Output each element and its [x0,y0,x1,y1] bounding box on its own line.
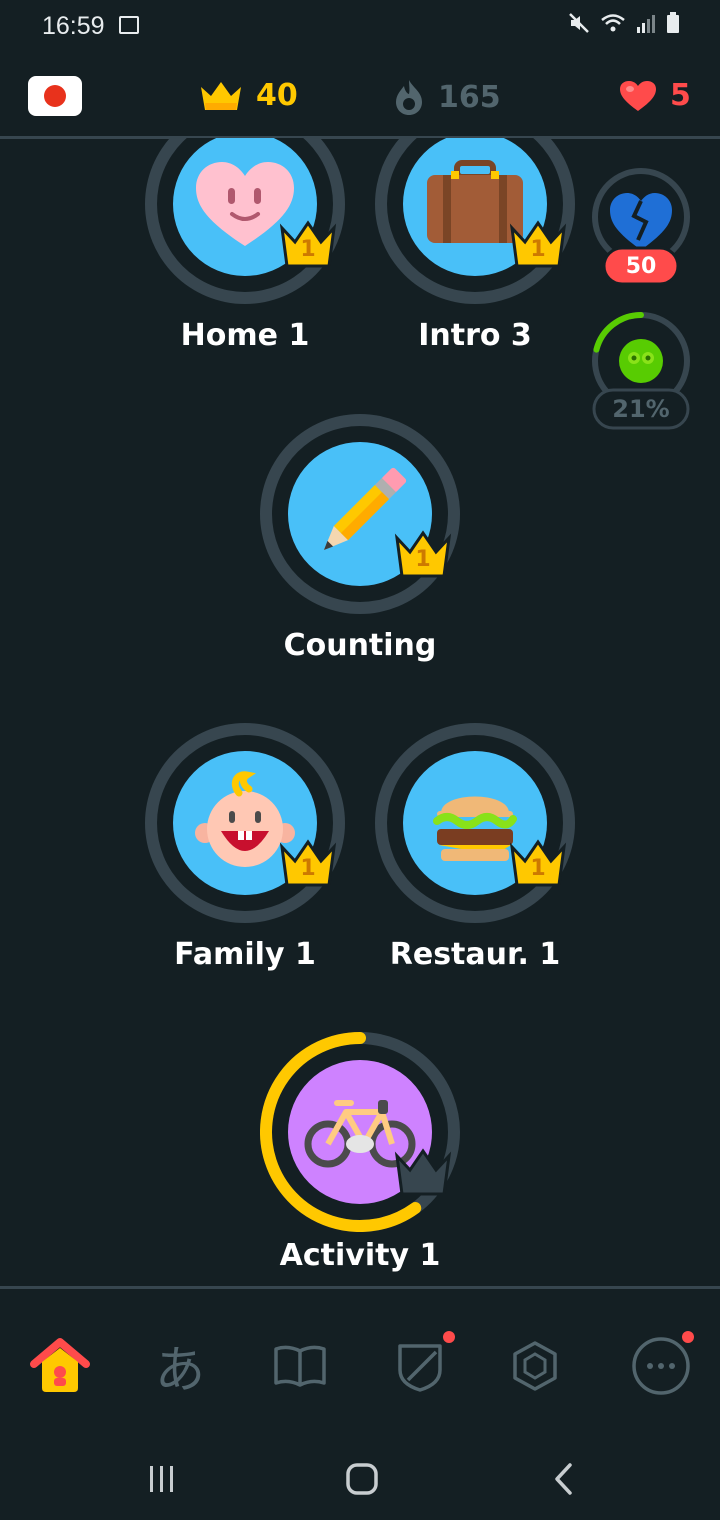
notification-dot [682,1331,694,1343]
skill-label: Restaur. 1 [389,937,561,972]
crown-icon [201,81,241,110]
recent-apps-button[interactable] [132,1454,192,1504]
health-widget[interactable]: 50 [590,166,692,292]
crowns-stat[interactable]: 40 [198,78,298,113]
language-flag-button[interactable] [28,76,82,116]
nav-characters[interactable]: あ [145,1331,215,1401]
heart-icon [620,80,656,111]
skill-label: Counting [283,628,437,663]
streak-count: 165 [438,79,501,115]
shield-icon [398,1344,442,1392]
status-bar: 16:59 [0,0,720,56]
gallery-icon [119,16,139,34]
home-square-icon [346,1463,378,1495]
health-value: 50 [625,254,657,279]
crown-level-badge: 1 [509,220,567,270]
crown-level-badge: 1 [394,530,452,580]
nav-leagues[interactable] [385,1331,455,1401]
mute-icon [569,13,589,33]
crowns-count: 40 [256,78,298,113]
top-stats-bar: 40 165 5 [0,56,720,139]
wifi-icon [601,14,625,32]
skill-home-1[interactable]: 1 Home 1 [145,138,345,353]
status-icons [568,12,680,34]
home-icon [30,1338,90,1392]
notification-dot [443,1331,455,1343]
crown-level-badge: 1 [279,220,337,270]
skill-label: Intro 3 [418,318,532,353]
signal-icon [637,15,655,33]
hearts-count: 5 [670,78,691,113]
skill-label: Family 1 [174,937,316,972]
flame-icon [396,80,422,115]
system-nav-bar [0,1436,720,1520]
xp-percent-label: 21% [612,395,670,423]
skill-activity-1[interactable]: Activity 1 [260,1032,460,1273]
nav-learn[interactable] [25,1331,95,1401]
nav-shop[interactable] [500,1331,570,1401]
crown-level-badge: 1 [509,839,567,889]
crown-level-badge [394,1148,452,1198]
skill-counting[interactable]: 1 Counting [260,414,460,663]
gem-icon [513,1341,557,1391]
skill-tree: 1 Home 1 1 Intro 3 50 21% 1 Counting 1 F… [0,138,720,1284]
skill-restaurant-1[interactable]: 1 Restaur. 1 [375,723,575,972]
skill-intro-3[interactable]: 1 Intro 3 [375,138,575,353]
crown-icon [394,1148,452,1196]
hearts-stat[interactable]: 5 [618,78,691,113]
clock: 16:59 [42,12,105,40]
bottom-nav: あ [0,1286,720,1439]
more-icon [632,1337,690,1395]
owl-face-icon [619,339,663,383]
skill-label: Home 1 [180,318,310,353]
back-button[interactable] [534,1454,594,1504]
home-button[interactable] [332,1454,392,1504]
xp-progress-widget[interactable]: 21% [590,310,692,436]
skill-family-1[interactable]: 1 Family 1 [145,723,345,972]
book-icon [274,1345,326,1387]
recents-icon [150,1466,173,1492]
back-icon [555,1463,572,1495]
hiragana-a-icon: あ [155,1341,205,1399]
nav-more[interactable] [626,1331,696,1401]
skill-label: Activity 1 [279,1238,441,1273]
streak-stat[interactable]: 165 [392,78,501,116]
nav-stories[interactable] [265,1331,335,1401]
battery-icon [667,12,679,33]
crown-level-badge: 1 [279,839,337,889]
